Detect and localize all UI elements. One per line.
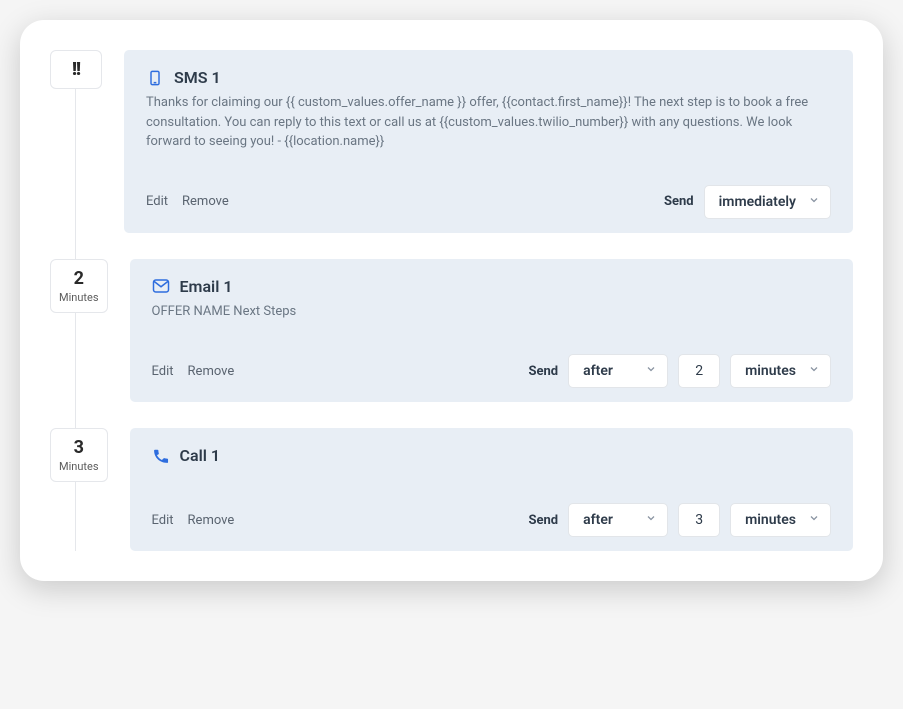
time-unit: Minutes <box>59 460 99 473</box>
remove-button[interactable]: Remove <box>188 364 235 379</box>
send-controls: Send after 3 minutes <box>528 503 831 537</box>
time-value: 3 <box>59 437 99 458</box>
card-actions: Edit Remove <box>146 194 229 209</box>
edit-button[interactable]: Edit <box>152 364 174 379</box>
step-1: !! SMS 1 Thanks for claiming our {{ cust… <box>50 50 853 233</box>
card-footer: Edit Remove Send after 2 min <box>130 339 853 402</box>
time-badge: !! <box>50 50 102 89</box>
card-title: SMS 1 <box>174 68 221 87</box>
workflow-panel: !! SMS 1 Thanks for claiming our {{ cust… <box>20 20 883 581</box>
chevron-down-icon <box>808 512 820 528</box>
phone-icon <box>146 69 164 87</box>
time-unit: Minutes <box>59 291 99 304</box>
send-delay-value[interactable]: 2 <box>678 354 720 388</box>
step-card-sms: SMS 1 Thanks for claiming our {{ custom_… <box>124 50 853 233</box>
chevron-down-icon <box>645 363 657 379</box>
step-3: 3 Minutes Call 1 Edit Remove <box>50 428 853 551</box>
step-card-email: Email 1 OFFER NAME Next Steps Edit Remov… <box>130 259 853 403</box>
edit-button[interactable]: Edit <box>152 513 174 528</box>
edit-button[interactable]: Edit <box>146 194 168 209</box>
timeline: !! SMS 1 Thanks for claiming our {{ cust… <box>50 50 853 551</box>
card-body: Email 1 OFFER NAME Next Steps <box>130 259 853 340</box>
time-badge: 3 Minutes <box>50 428 108 482</box>
time-badge: 2 Minutes <box>50 259 108 313</box>
send-unit-select[interactable]: minutes <box>730 354 831 388</box>
card-header: Call 1 <box>152 446 831 465</box>
card-footer: Edit Remove Send immediately <box>124 170 853 233</box>
send-unit-value: minutes <box>745 512 796 528</box>
card-actions: Edit Remove <box>152 364 235 379</box>
chevron-down-icon <box>645 512 657 528</box>
card-footer: Edit Remove Send after 3 min <box>130 488 853 551</box>
send-unit-select[interactable]: minutes <box>730 503 831 537</box>
card-description: Thanks for claiming our {{ custom_values… <box>146 93 831 152</box>
step-card-call: Call 1 Edit Remove Send after <box>130 428 853 551</box>
send-timing-value: after <box>583 512 613 528</box>
card-body: Call 1 <box>130 428 853 488</box>
send-timing-select[interactable]: immediately <box>704 185 831 219</box>
send-delay-value[interactable]: 3 <box>678 503 720 537</box>
remove-button[interactable]: Remove <box>188 513 235 528</box>
time-value: 2 <box>59 268 99 289</box>
chevron-down-icon <box>808 363 820 379</box>
send-label: Send <box>528 364 558 379</box>
card-header: Email 1 <box>152 277 831 296</box>
send-label: Send <box>664 194 694 209</box>
card-actions: Edit Remove <box>152 513 235 528</box>
send-timing-select[interactable]: after <box>568 503 668 537</box>
card-title: Email 1 <box>180 277 233 296</box>
phone-call-icon <box>152 447 170 465</box>
send-timing-value: after <box>583 363 613 379</box>
step-2: 2 Minutes Email 1 OFFER NAME Next Steps … <box>50 259 853 403</box>
send-controls: Send after 2 minutes <box>528 354 831 388</box>
card-body: SMS 1 Thanks for claiming our {{ custom_… <box>124 50 853 170</box>
card-header: SMS 1 <box>146 68 831 87</box>
remove-button[interactable]: Remove <box>182 194 229 209</box>
send-unit-value: minutes <box>745 363 796 379</box>
email-icon <box>152 277 170 295</box>
card-title: Call 1 <box>180 446 220 465</box>
send-label: Send <box>528 513 558 528</box>
pause-icon: !! <box>72 59 80 80</box>
card-description: OFFER NAME Next Steps <box>152 302 831 322</box>
send-timing-select[interactable]: after <box>568 354 668 388</box>
chevron-down-icon <box>808 194 820 210</box>
send-timing-value: immediately <box>719 194 796 210</box>
send-controls: Send immediately <box>664 185 831 219</box>
